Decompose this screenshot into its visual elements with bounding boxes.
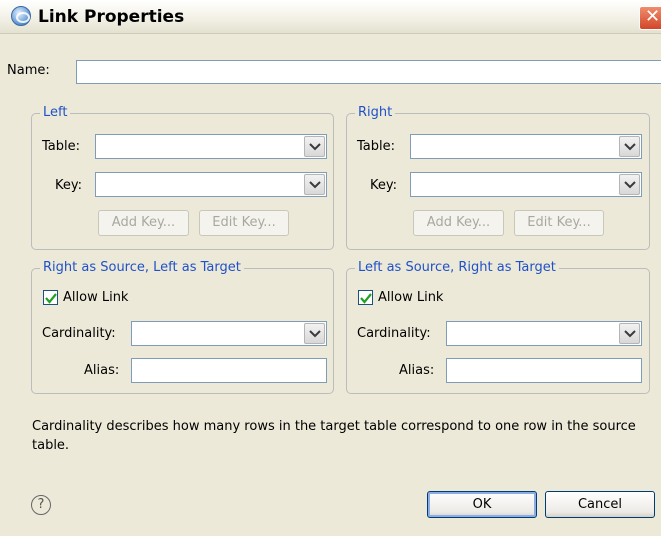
window-title: Link Properties	[38, 7, 185, 27]
chevron-down-icon	[309, 181, 321, 189]
cardinality-combo-left[interactable]	[131, 321, 327, 346]
chevron-down-icon	[624, 330, 636, 338]
allow-link-checkbox-right[interactable]	[358, 290, 373, 305]
app-icon	[11, 6, 31, 26]
cardinality-label-right: Cardinality:	[357, 326, 431, 341]
right-add-key-button[interactable]: Add Key...	[413, 210, 504, 236]
cardinality-description: Cardinality describes how many rows in t…	[32, 419, 636, 453]
chevron-down-icon	[624, 181, 636, 189]
name-input[interactable]	[76, 60, 661, 84]
title-bar[interactable]: Link Properties ✕	[0, 0, 661, 34]
name-label: Name:	[7, 63, 50, 78]
ok-button[interactable]: OK	[427, 491, 537, 518]
right-group: Right Table: Key: Add Key... Edit Key...	[346, 105, 650, 250]
chevron-down-icon	[624, 143, 636, 151]
alias-label-right: Alias:	[399, 363, 435, 378]
right-table-combo[interactable]	[410, 134, 642, 159]
close-button[interactable]: ✕	[639, 6, 661, 30]
left-key-label: Key:	[55, 178, 83, 193]
left-key-dropdown-button[interactable]	[304, 174, 325, 195]
right-key-combo[interactable]	[410, 172, 642, 197]
right-group-legend: Right	[355, 105, 396, 120]
right-key-dropdown-button[interactable]	[619, 174, 640, 195]
chevron-down-icon	[309, 330, 321, 338]
checkmark-icon	[360, 293, 372, 304]
right-key-label: Key:	[370, 178, 398, 193]
chevron-down-icon	[309, 143, 321, 151]
cardinality-combo-right[interactable]	[446, 321, 642, 346]
close-icon: ✕	[645, 6, 661, 27]
right-table-label: Table:	[357, 139, 395, 154]
help-icon[interactable]: ?	[31, 495, 51, 515]
right-source-left-target-legend: Right as Source, Left as Target	[40, 260, 244, 275]
left-source-right-target-group: Left as Source, Right as Target Allow Li…	[346, 260, 650, 394]
left-key-combo[interactable]	[95, 172, 327, 197]
left-add-key-button[interactable]: Add Key...	[98, 210, 189, 236]
left-group: Left Table: Key: Add Key... Edit Key...	[31, 105, 334, 250]
alias-label-left: Alias:	[84, 363, 120, 378]
alias-input-right[interactable]	[446, 358, 642, 383]
allow-link-label-left: Allow Link	[63, 290, 129, 305]
left-group-legend: Left	[40, 105, 71, 120]
left-source-right-target-legend: Left as Source, Right as Target	[355, 260, 559, 275]
right-table-dropdown-button[interactable]	[619, 136, 640, 157]
checkmark-icon	[45, 293, 57, 304]
left-table-dropdown-button[interactable]	[304, 136, 325, 157]
allow-link-checkbox-left[interactable]	[43, 290, 58, 305]
cardinality-label-left: Cardinality:	[42, 326, 116, 341]
allow-link-label-right: Allow Link	[378, 290, 444, 305]
left-edit-key-button[interactable]: Edit Key...	[199, 210, 289, 236]
cardinality-dropdown-button-right[interactable]	[619, 323, 640, 344]
cardinality-dropdown-button-left[interactable]	[304, 323, 325, 344]
right-edit-key-button[interactable]: Edit Key...	[514, 210, 604, 236]
cancel-button[interactable]: Cancel	[545, 491, 655, 518]
left-table-combo[interactable]	[95, 134, 327, 159]
right-source-left-target-group: Right as Source, Left as Target Allow Li…	[31, 260, 334, 394]
left-table-label: Table:	[42, 139, 80, 154]
alias-input-left[interactable]	[131, 358, 327, 383]
